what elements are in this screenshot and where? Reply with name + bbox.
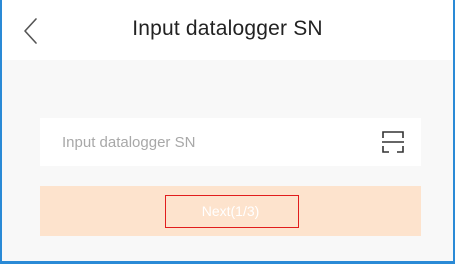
sn-input-row (40, 118, 421, 166)
next-button[interactable]: Next(1/3) (40, 186, 421, 236)
app-window: Input datalogger SN Next(1/3) (0, 0, 455, 264)
header-bar: Input datalogger SN (2, 0, 453, 60)
sn-input[interactable] (40, 118, 370, 166)
next-button-label: Next(1/3) (201, 203, 260, 219)
scan-button[interactable] (381, 130, 405, 154)
page-title: Input datalogger SN (132, 17, 323, 40)
scan-icon (382, 131, 404, 153)
